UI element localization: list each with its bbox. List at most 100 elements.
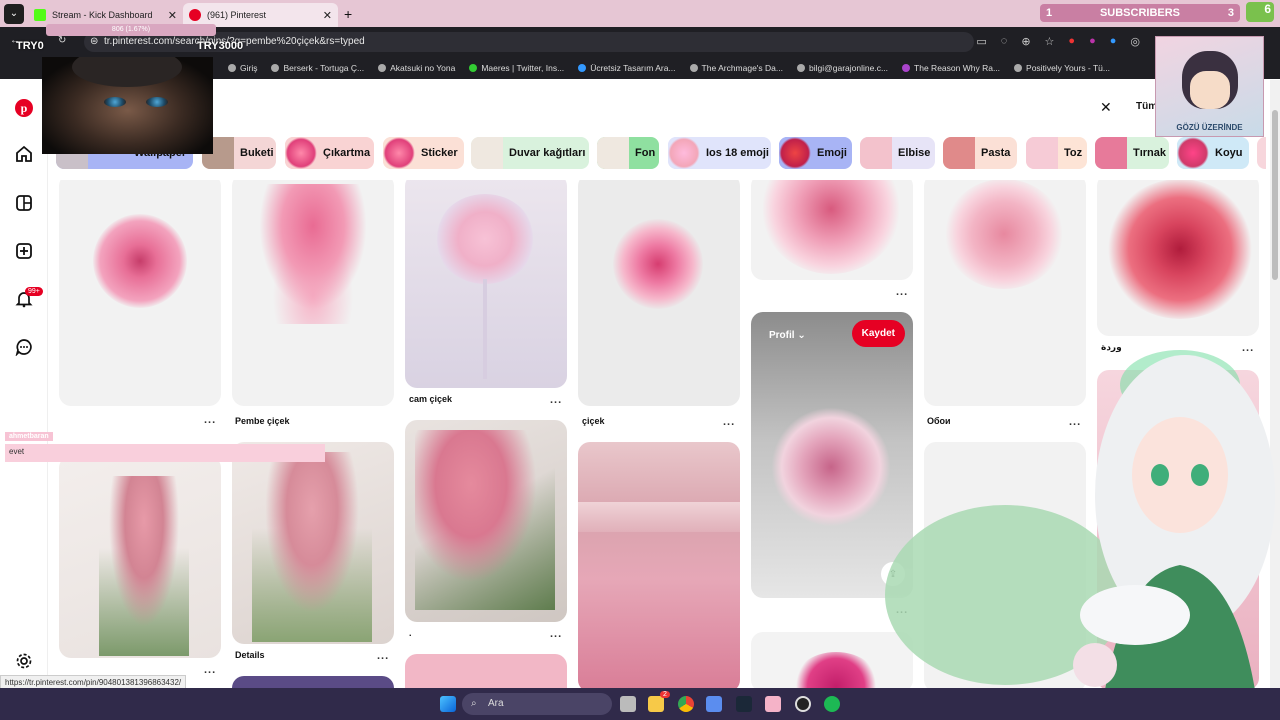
chip-ios-18-emoji[interactable]: Ios 18 emoji [668,137,771,169]
chip-tirnak[interactable]: Tırnak [1095,137,1169,169]
chip-buketi[interactable]: Buketi [202,137,276,169]
overlay-counter-chip: 6 [1246,2,1274,22]
pin-loading-placeholder[interactable] [924,442,1086,690]
pinterest-logo-icon[interactable]: p [14,98,34,118]
steam-icon[interactable] [736,696,752,712]
bookmark-item[interactable]: Maeres | Twitter, Ins... [469,63,564,73]
clear-search-icon[interactable]: ✕ [1100,99,1112,116]
pin-magenta-flower[interactable] [751,632,913,690]
new-tab-button[interactable]: + [344,6,352,22]
extension-blue-icon[interactable]: ● [1110,35,1117,48]
chip-toz[interactable]: Toz [1026,137,1087,169]
chip-cikartma[interactable]: Çıkartma [285,137,374,169]
avatar-face [1190,71,1230,109]
pin-more-button[interactable]: ... [204,664,216,676]
share-icon[interactable]: ⇪ [881,562,905,586]
spotify-icon[interactable] [824,696,840,712]
pin-more-button[interactable]: ... [896,286,908,298]
pin-hovered-lily[interactable]: Profil ⌄ Kaydet ⇪ [751,312,913,598]
pin-more-button[interactable]: ... [550,394,562,406]
chip-emoji[interactable]: Emoji [779,137,852,169]
chip-koyu[interactable]: Koyu [1177,137,1249,169]
pin-title: Details [235,650,265,660]
chip-label: Çıkartma [323,147,371,159]
pin-more-button[interactable]: ... [550,628,562,640]
messages-icon[interactable] [14,337,34,357]
create-icon[interactable] [14,241,34,261]
bookmark-item[interactable]: The Reason Why Ra... [902,63,1000,73]
save-pin-button[interactable]: Kaydet [851,320,905,347]
pin-more-button[interactable]: ... [377,650,389,662]
cast-icon[interactable]: ▭ [976,35,986,48]
page-scrollbar[interactable] [1270,80,1280,690]
pin-hibiscus[interactable] [1097,180,1259,336]
chevron-down-icon: ⌄ [797,330,806,341]
pin-pink-lily[interactable] [578,180,740,406]
settings-gear-icon[interactable] [14,651,34,671]
explore-icon[interactable] [14,193,34,213]
close-tab-icon[interactable]: ✕ [323,9,332,22]
tab-search-button[interactable]: ⌄ [4,3,24,24]
home-icon[interactable] [14,144,34,164]
bookmark-item[interactable]: Berserk - Tortuga Ç... [271,63,364,73]
app-icon[interactable] [706,696,722,712]
bookmark-item[interactable]: bilgi@garajonline.c... [797,63,888,73]
chip-fon[interactable]: Fon [597,137,659,169]
bookmark-item[interactable]: Akatsuki no Yona [378,63,455,73]
chat-message: evet [5,444,325,462]
pin-pink-preview[interactable] [405,654,567,690]
pin-tulip-field-sea[interactable] [578,442,740,690]
chip-elbise[interactable]: Elbise [860,137,935,169]
chip-thumbnail [597,137,629,169]
extension-bulb-icon[interactable]: ◎ [1130,35,1140,48]
pin-pink-flower[interactable] [59,180,221,406]
pin-pink-tulips-bunch[interactable] [405,420,567,622]
bookmark-star-icon[interactable]: ☆ [1045,35,1055,48]
hide-icon[interactable]: ◌ [1001,35,1008,48]
all-filter-button[interactable]: Tüm [1136,101,1157,112]
reload-icon[interactable]: ↻ [58,35,66,46]
pin-pink-tulips-vase[interactable] [59,456,221,658]
extension-purple-icon[interactable]: ● [1089,35,1096,48]
pin-more-button[interactable]: ... [723,416,735,428]
bookmark-item[interactable]: Giriş [228,63,257,73]
scrollbar-thumb[interactable] [1272,110,1278,280]
photos-icon[interactable] [765,696,781,712]
pin-glass-rose[interactable] [405,180,567,388]
windows-taskbar: ⌕ Ara 2 [0,688,1280,720]
pin-pink-blossom[interactable] [751,180,913,280]
zoom-icon[interactable]: ⊕ [1021,35,1030,48]
pin-pink-flower-wall[interactable] [1097,370,1259,690]
taskbar-search[interactable]: ⌕ Ara [462,693,612,715]
bookmark-item[interactable]: Positively Yours - Tü... [1014,63,1110,73]
pinterest-sidebar: p 99+ [0,80,48,690]
chip-thumbnail [943,137,975,169]
pin-tulips-photo[interactable] [232,442,394,644]
bookmark-item[interactable]: Ücretsiz Tasarım Ara... [578,63,676,73]
chrome-icon[interactable] [678,696,694,712]
bookmark-label: The Reason Why Ra... [914,63,1001,73]
chip-pasta[interactable]: Pasta [943,137,1017,169]
pin-tulip-bouquet-ribbon[interactable] [232,180,394,406]
chip-sticker[interactable]: Sticker [383,137,464,169]
pin-more-button[interactable]: ... [1069,416,1081,428]
file-explorer-icon[interactable] [648,696,664,712]
profile-board-select[interactable]: Profil ⌄ [769,330,806,341]
bookmark-item[interactable]: The Archmage's Da... [689,63,783,73]
extension-red-icon[interactable]: ● [1068,35,1075,48]
pin-pale-pink-flower[interactable] [924,180,1086,406]
bookmark-label: Giriş [240,63,258,73]
obs-icon[interactable] [795,696,811,712]
bookmark-label: Maeres | Twitter, Ins... [481,63,565,73]
windows-start-icon[interactable] [440,696,456,712]
pin-image-stem [483,279,487,379]
avatar-caption: GÖZÜ ÜZERİNDE [1176,123,1243,132]
pin-more-button[interactable]: ... [1242,342,1254,354]
chip-duvar-kagitlari[interactable]: Duvar kağıtları [471,137,589,169]
pin-more-button[interactable]: ... [896,604,908,616]
close-tab-icon[interactable]: ✕ [168,9,177,22]
bookmark-icon [1014,64,1023,72]
chat-overlay: ahmetbaran evet [5,425,325,462]
chip-partial[interactable] [1257,137,1266,169]
task-view-icon[interactable] [620,696,636,712]
